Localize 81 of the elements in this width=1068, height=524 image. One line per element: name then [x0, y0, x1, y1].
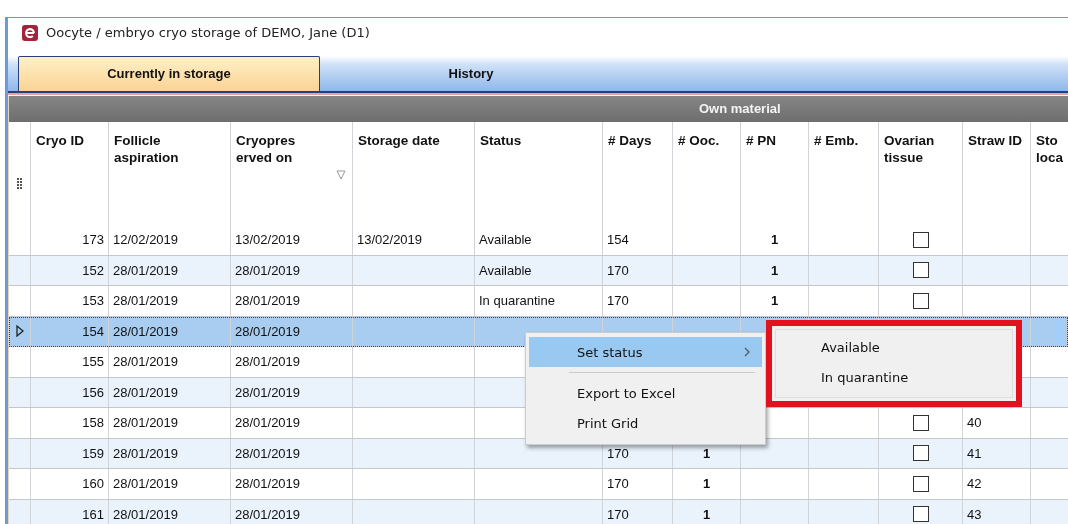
column-header[interactable]: # Emb.: [814, 132, 859, 149]
table-cell: 155: [82, 354, 104, 370]
table-cell: 28/01/2019: [235, 354, 301, 370]
table-cell: 170: [607, 506, 629, 522]
column-header[interactable]: Status: [480, 132, 522, 149]
table-cell: 28/01/2019: [235, 293, 301, 309]
table-cell: 28/01/2019: [113, 323, 179, 339]
table-cell: 153: [82, 293, 104, 309]
table-cell: 28/01/2019: [235, 445, 301, 461]
table-cell: 170: [607, 476, 629, 492]
table-cell: 28/01/2019: [235, 323, 301, 339]
column-header[interactable]: # Days: [608, 132, 652, 149]
table-cell: 42: [967, 476, 982, 492]
menu-item[interactable]: In quarantine: [776, 364, 1001, 394]
tab[interactable]: Currently in storage: [18, 56, 320, 91]
checkbox[interactable]: [912, 292, 929, 309]
table-cell: 28/01/2019: [113, 293, 179, 309]
table-cell: 28/01/2019: [235, 262, 301, 278]
table-cell: 28/01/2019: [113, 354, 179, 370]
table-cell: 13/02/2019: [357, 232, 423, 248]
table-cell: 12/02/2019: [113, 232, 179, 248]
table-cell: 43: [967, 506, 982, 522]
checkbox[interactable]: [912, 231, 929, 248]
menu-item[interactable]: Print Grid: [529, 408, 762, 438]
table-cell: 41: [967, 445, 982, 461]
table-cell: 156: [82, 384, 104, 400]
table-cell: 28/01/2019: [113, 415, 179, 431]
table-cell: Available: [479, 262, 532, 278]
table-cell: 28/01/2019: [235, 415, 301, 431]
table-cell: 170: [607, 262, 629, 278]
table-cell: 1: [702, 445, 711, 461]
table-cell: 28/01/2019: [235, 476, 301, 492]
column-header[interactable]: # PN: [746, 132, 776, 149]
column-header[interactable]: Cryopres erved on: [236, 132, 296, 166]
table-cell: 1: [770, 232, 779, 248]
table-cell: 1: [770, 262, 779, 278]
table-cell: 1: [770, 293, 779, 309]
table-cell: 170: [607, 445, 629, 461]
table-cell: 28/01/2019: [235, 506, 301, 522]
table-cell: 159: [82, 445, 104, 461]
table-cell: 1: [702, 476, 711, 492]
column-header[interactable]: # Ooc.: [678, 132, 720, 149]
chevron-right-icon: [744, 347, 750, 357]
table-cell: 40: [967, 415, 982, 431]
table-cell: 13/02/2019: [235, 232, 301, 248]
table-cell: 152: [82, 262, 104, 278]
column-header[interactable]: Sto loca: [1036, 132, 1064, 166]
table-cell: 28/01/2019: [113, 445, 179, 461]
checkbox[interactable]: [912, 475, 929, 492]
row-pointer-icon: [15, 325, 24, 338]
table-cell: 154: [607, 232, 629, 248]
table-cell: 28/01/2019: [113, 506, 179, 522]
checkbox[interactable]: [912, 414, 929, 431]
app-icon: [22, 24, 38, 41]
table-cell: 28/01/2019: [113, 262, 179, 278]
table-cell: 161: [82, 506, 104, 522]
table-cell: 28/01/2019: [235, 384, 301, 400]
column-header[interactable]: Follicle aspiration: [114, 132, 226, 166]
table-cell: 1: [702, 506, 711, 522]
column-header[interactable]: Straw ID: [968, 132, 1022, 149]
table-cell: 170: [607, 293, 629, 309]
column-header[interactable]: Ovarian tissue: [884, 132, 958, 166]
table-cell: 158: [82, 415, 104, 431]
table-cell: 154: [82, 323, 104, 339]
column-chooser-icon: [17, 178, 22, 189]
checkbox[interactable]: [912, 506, 929, 523]
column-header[interactable]: Cryo ID: [36, 132, 84, 149]
menu-item[interactable]: Export to Excel: [529, 378, 762, 408]
table-cell: In quarantine: [479, 293, 555, 309]
table-cell: 28/01/2019: [113, 384, 179, 400]
table-cell: Available: [479, 232, 532, 248]
table-cell: 173: [82, 232, 104, 248]
window-title: Oocyte / embryo cryo storage of DEMO, Jane (D1): [46, 25, 370, 40]
checkbox[interactable]: [912, 445, 929, 462]
menu-item[interactable]: Set status: [529, 337, 762, 367]
group-header: Own material: [9, 96, 1068, 122]
column-header[interactable]: Storage date: [358, 132, 440, 149]
table-cell: 28/01/2019: [113, 476, 179, 492]
table-cell: 160: [82, 476, 104, 492]
tab[interactable]: History: [320, 56, 622, 91]
checkbox[interactable]: [912, 262, 929, 279]
